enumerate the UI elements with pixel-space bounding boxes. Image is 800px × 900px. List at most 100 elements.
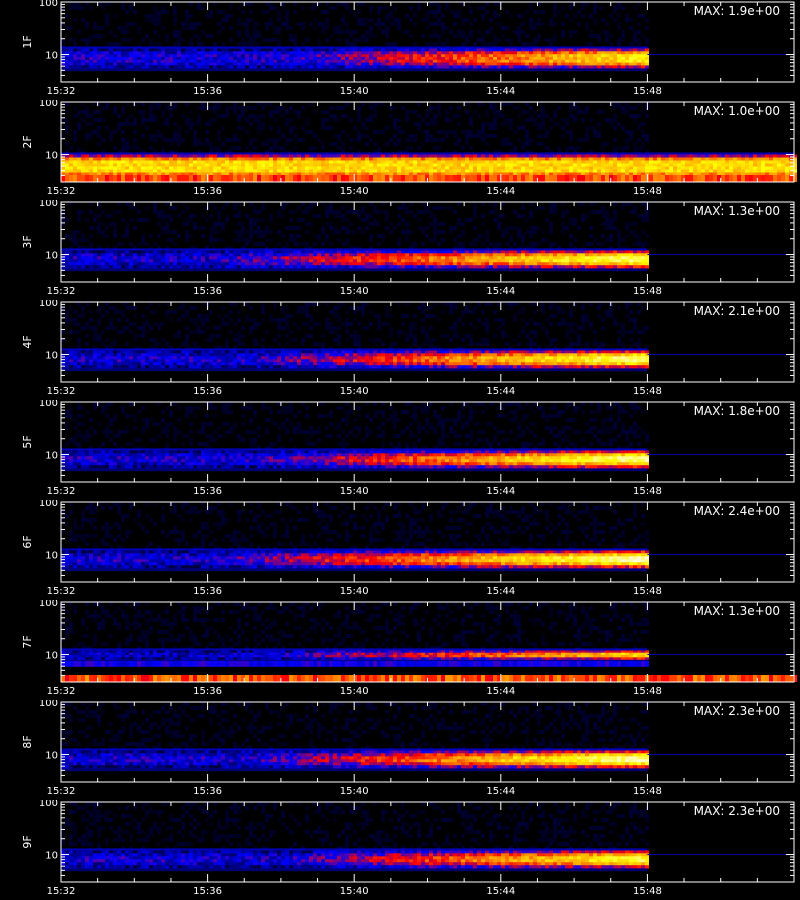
heat-cell: [593, 2, 597, 6]
heat-cell: [149, 110, 153, 114]
heat-cell: [245, 242, 249, 246]
heat-cell: [73, 166, 77, 170]
heat-cell: [565, 62, 569, 66]
heat-cell: [341, 114, 345, 118]
heat-cell: [265, 154, 269, 158]
heat-cell: [465, 54, 469, 58]
heat-cell: [217, 166, 221, 170]
heat-cell: [157, 22, 161, 26]
heat-cell: [469, 6, 473, 10]
heat-cell: [569, 34, 573, 38]
heat-cell: [301, 57, 305, 61]
heat-cell: [637, 51, 641, 55]
heat-cell: [317, 169, 321, 173]
heat-cell: [145, 14, 149, 18]
max-annotation: MAX: 1.9e+00: [694, 4, 780, 18]
heat-cell: [361, 2, 365, 6]
heat-cell: [105, 18, 109, 22]
heat-cell: [293, 110, 297, 114]
heat-cell: [517, 126, 521, 130]
heat-cell: [425, 157, 429, 161]
heat-cell: [265, 157, 269, 161]
heat-cell: [457, 160, 461, 164]
heat-cell: [389, 138, 393, 142]
heat-cell: [529, 226, 533, 230]
heat-cell: [185, 57, 189, 61]
heat-cell: [289, 175, 293, 182]
heat-cell: [205, 34, 209, 38]
heat-cell: [229, 59, 233, 63]
heat-cell: [249, 138, 253, 142]
heat-cell: [337, 134, 341, 138]
heat-cell: [449, 206, 453, 210]
heat-cell: [105, 57, 109, 61]
heat-cell: [185, 65, 189, 69]
heat-cell: [109, 59, 113, 63]
heat-cell: [93, 259, 97, 263]
heat-cell: [289, 154, 293, 158]
heat-cell: [437, 57, 441, 61]
heat-cell: [485, 57, 489, 61]
heat-cell: [317, 154, 321, 158]
heat-cell: [561, 175, 565, 182]
heat-cell: [389, 106, 393, 110]
heat-cell: [113, 259, 117, 263]
heat-cell: [597, 54, 601, 58]
heat-cell: [577, 106, 581, 110]
heat-cell: [433, 222, 437, 226]
heat-cell: [421, 57, 425, 61]
heat-cell: [285, 10, 289, 14]
heat-cell: [653, 166, 657, 170]
heat-cell: [393, 157, 397, 161]
heat-cell: [357, 22, 361, 26]
heat-cell: [109, 256, 113, 260]
heat-cell: [505, 175, 509, 182]
heat-cell: [369, 157, 373, 161]
heat-cell: [389, 163, 393, 167]
heat-cell: [285, 160, 289, 164]
heat-cell: [277, 146, 281, 150]
heat-cell: [289, 65, 293, 69]
heat-cell: [157, 14, 161, 18]
heat-cell: [633, 34, 637, 38]
heat-cell: [313, 202, 317, 206]
heat-cell: [201, 175, 205, 182]
heat-cell: [617, 2, 621, 6]
heat-cell: [401, 166, 405, 170]
heat-cell: [213, 102, 217, 106]
heat-cell: [653, 154, 657, 158]
heat-cell: [417, 65, 421, 69]
heat-cell: [217, 157, 221, 161]
heat-cell: [245, 2, 249, 6]
heat-cell: [429, 65, 433, 69]
heat-cell: [493, 163, 497, 167]
heat-cell: [357, 210, 361, 214]
heat-cell: [65, 169, 69, 173]
heat-cell: [481, 122, 485, 126]
heat-cell: [405, 154, 409, 158]
heat-cell: [505, 157, 509, 161]
heat-cell: [93, 160, 97, 164]
heat-cell: [209, 157, 213, 161]
heat-cell: [357, 54, 361, 58]
heat-cell: [289, 234, 293, 238]
heat-cell: [545, 57, 549, 61]
heat-cell: [285, 154, 289, 158]
heat-cell: [473, 134, 477, 138]
heat-cell: [781, 157, 785, 161]
heat-cell: [297, 110, 301, 114]
heat-cell: [241, 114, 245, 118]
heat-cell: [417, 175, 421, 182]
heat-cell: [217, 22, 221, 26]
heat-cell: [405, 48, 409, 52]
heat-cell: [505, 163, 509, 167]
heat-cell: [437, 34, 441, 38]
heat-cell: [789, 166, 793, 170]
heat-cell: [541, 54, 545, 58]
heat-cell: [641, 110, 645, 114]
heat-cell: [573, 57, 577, 61]
heat-cell: [469, 30, 473, 34]
heat-cell: [189, 218, 193, 222]
heat-cell: [537, 65, 541, 69]
heat-cell: [649, 160, 653, 164]
